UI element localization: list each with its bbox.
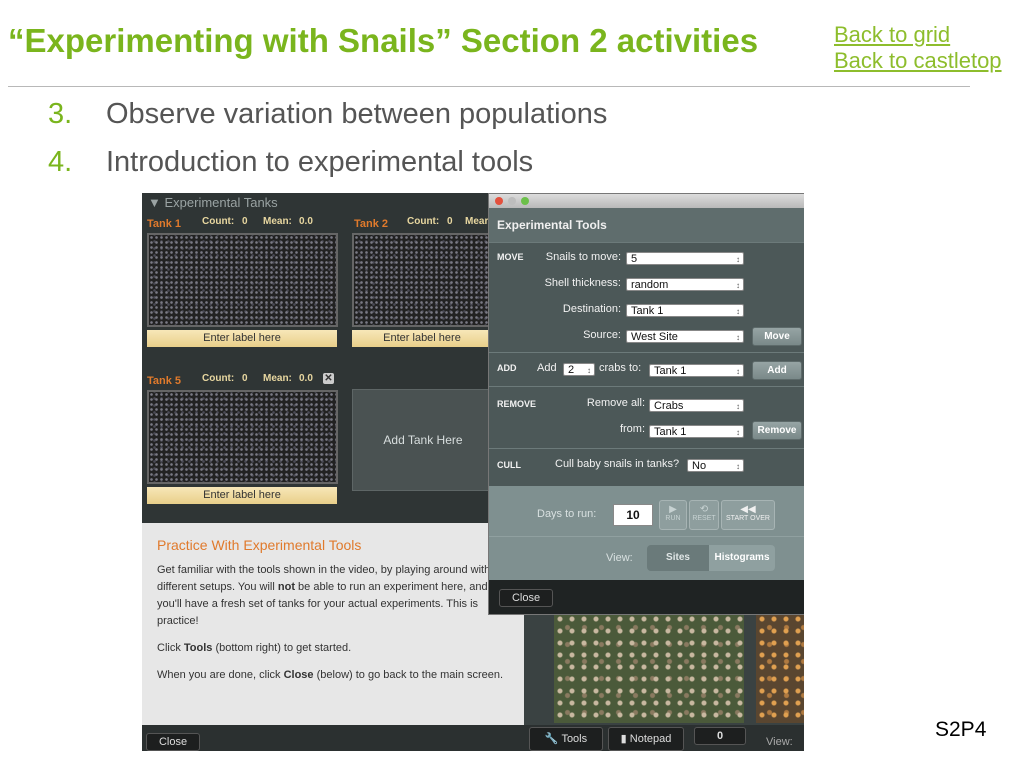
back-to-grid-link[interactable]: Back to grid — [834, 22, 1002, 48]
reset-button[interactable]: ⟲ RESET — [689, 500, 719, 530]
count-value: 0 — [447, 216, 453, 227]
tank-image[interactable] — [352, 233, 496, 327]
nav-links: Back to grid Back to castletop — [834, 22, 1002, 74]
tank-label-input[interactable]: Enter label here — [147, 330, 337, 347]
view-label: View: — [606, 552, 633, 564]
add-label: ADD — [497, 363, 517, 373]
list-item: 3. Observe variation between populations — [48, 90, 607, 138]
view-label: View: — [766, 736, 793, 748]
count-value: 0 — [242, 216, 248, 227]
tank-name: Tank 5 — [147, 375, 182, 387]
window-titlebar — [489, 194, 804, 208]
crabs-to-label: crabs to: — [599, 362, 642, 374]
tank-name: Tank 2 — [354, 218, 389, 230]
notepad-button[interactable]: ▮ Notepad — [608, 727, 684, 751]
tank-image[interactable] — [147, 233, 338, 327]
close-icon[interactable]: ✕ — [323, 373, 334, 384]
slide-number: S2P4 — [935, 718, 987, 741]
notepad-label: Notepad — [629, 733, 672, 745]
days-to-run-label: Days to run: — [537, 508, 597, 520]
bullet-list: 3. Observe variation between populations… — [48, 90, 607, 186]
list-item: 4. Introduction to experimental tools — [48, 138, 607, 186]
mean-value: 0.0 — [299, 373, 313, 384]
add-tank-slot[interactable]: Add Tank Here — [352, 389, 494, 491]
tank-image[interactable] — [147, 390, 338, 484]
close-button[interactable]: Close — [146, 733, 200, 751]
app-screenshot: ▼ Experimental Tanks Tank 1 Count: 0 Mea… — [142, 193, 804, 751]
remove-from-label: from: — [619, 423, 645, 435]
cull-select[interactable]: No — [687, 459, 744, 473]
practice-title: Practice With Experimental Tools — [157, 537, 362, 553]
site-image — [554, 613, 744, 723]
crab-count-select[interactable]: 2 — [563, 363, 595, 377]
notepad-icon: ▮ — [620, 733, 627, 745]
remove-label: REMOVE — [497, 399, 537, 409]
source-select[interactable]: West Site — [626, 330, 744, 344]
panel-header[interactable]: ▼ Experimental Tanks — [142, 193, 498, 213]
play-icon: ▶ — [669, 504, 677, 515]
count-value: 0 — [242, 373, 248, 384]
reset-icon: ⟲ — [699, 504, 709, 515]
count-label: Count: — [202, 373, 235, 384]
close-window-icon[interactable] — [495, 197, 503, 205]
add-button[interactable]: Add — [752, 361, 802, 380]
source-label: Source: — [583, 329, 621, 341]
practice-paragraph: Click Tools (bottom right) to get starte… — [157, 642, 352, 654]
wrench-icon: 🔧 — [544, 733, 559, 745]
count-label: Count: — [407, 216, 440, 227]
mean-label: Mean: — [263, 216, 292, 227]
slide-title: “Experimenting with Snails” Section 2 ac… — [8, 22, 759, 59]
practice-panel: Practice With Experimental Tools Get fam… — [142, 523, 524, 725]
shell-thickness-label: Shell thickness: — [544, 277, 621, 289]
site-image — [756, 613, 804, 723]
minimize-window-icon[interactable] — [508, 197, 516, 205]
sites-tab[interactable]: Sites — [647, 545, 709, 571]
mean-label: Mean: — [263, 373, 292, 384]
remove-from-select[interactable]: Tank 1 — [649, 425, 744, 439]
histograms-tab[interactable]: Histograms — [709, 545, 775, 571]
practice-paragraph: When you are done, click Close (below) t… — [157, 669, 504, 681]
divider — [489, 536, 804, 537]
remove-button[interactable]: Remove — [752, 421, 802, 440]
experimental-tools-window: Experimental Tools MOVE Snails to move: … — [488, 193, 804, 615]
cull-question: Cull baby snails in tanks? — [555, 458, 680, 470]
tools-title: Experimental Tools — [489, 208, 804, 242]
destination-select[interactable]: Tank 1 — [626, 304, 744, 318]
tools-button[interactable]: 🔧 Tools — [529, 727, 603, 751]
cull-label: CULL — [497, 460, 521, 470]
zoom-window-icon[interactable] — [521, 197, 529, 205]
start-over-button[interactable]: ◀◀ START OVER — [721, 500, 775, 530]
tank-label-input[interactable]: Enter label here — [352, 330, 492, 347]
destination-label: Destination: — [562, 303, 621, 315]
item-text: Observe variation between populations — [106, 97, 608, 130]
snails-to-move-select[interactable]: 5 — [626, 252, 744, 266]
add-tank-select[interactable]: Tank 1 — [649, 364, 744, 378]
item-number: 4. — [48, 145, 73, 178]
mean-value: 0.0 — [299, 216, 313, 227]
count-label: Count: — [202, 216, 235, 227]
back-to-castletop-link[interactable]: Back to castletop — [834, 48, 1002, 74]
days-to-run-input[interactable]: 10 — [613, 504, 653, 526]
item-text: Introduction to experimental tools — [106, 145, 534, 178]
run-button[interactable]: ▶ RUN — [659, 500, 687, 530]
divider — [8, 86, 970, 87]
tank-label-input[interactable]: Enter label here — [147, 487, 337, 504]
tools-close-button[interactable]: Close — [499, 589, 553, 607]
rewind-icon: ◀◀ — [740, 504, 756, 515]
move-label: MOVE — [497, 252, 524, 262]
item-number: 3. — [48, 97, 73, 130]
shell-thickness-select[interactable]: random — [626, 278, 744, 292]
snails-to-move-label: Snails to move: — [545, 251, 621, 263]
move-button[interactable]: Move — [752, 327, 802, 346]
remove-all-label: Remove all: — [586, 397, 645, 409]
remove-all-select[interactable]: Crabs — [649, 399, 744, 413]
practice-paragraph: Get familiar with the tools shown in the… — [157, 564, 491, 627]
mean-label: Mear — [465, 216, 489, 227]
add-word: Add — [537, 362, 557, 374]
tools-label: Tools — [561, 733, 588, 745]
counter-display: 0 — [694, 727, 746, 745]
tank-name: Tank 1 — [147, 218, 182, 230]
